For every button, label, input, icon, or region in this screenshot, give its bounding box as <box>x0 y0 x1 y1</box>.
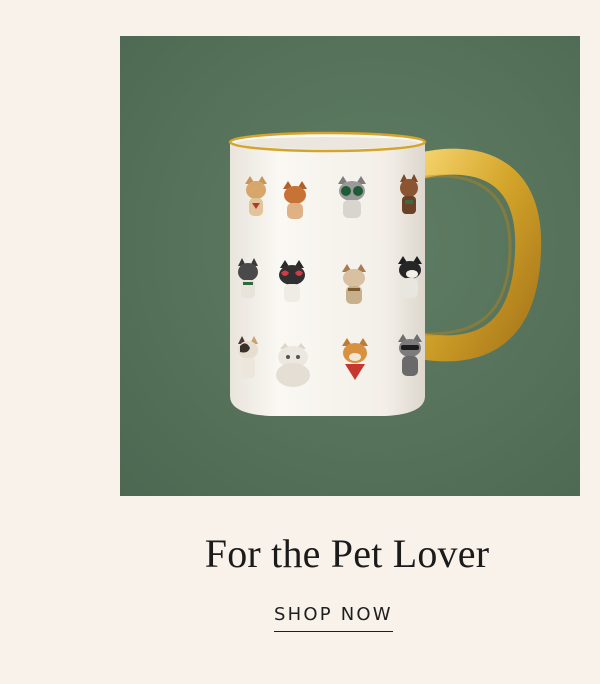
shop-now-link[interactable]: SHOP NOW <box>274 604 393 632</box>
product-photo[interactable] <box>120 36 580 496</box>
mug-body <box>228 131 427 416</box>
cat-mug-illustration <box>228 131 542 416</box>
mug-handle <box>407 148 542 362</box>
promo-headline: For the Pet Lover <box>204 531 490 576</box>
